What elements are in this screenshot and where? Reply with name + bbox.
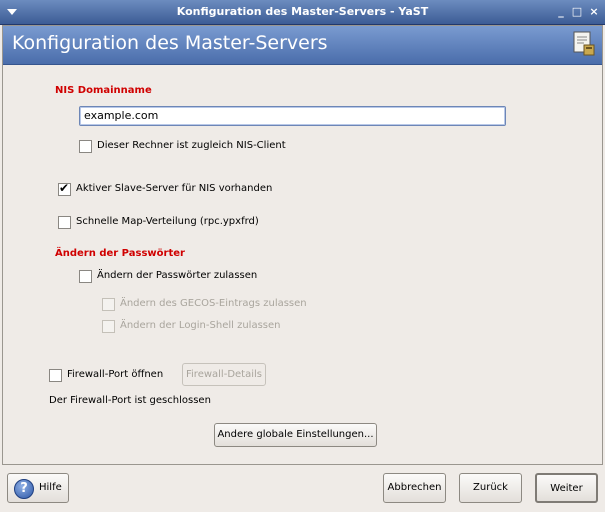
firewall-open-checkbox[interactable] <box>49 369 62 382</box>
nis-client-label: Dieser Rechner ist zugleich NIS-Client <box>97 140 286 151</box>
cancel-button[interactable]: Abbrechen <box>383 473 446 503</box>
help-icon: ? <box>14 479 34 499</box>
firewall-status-text: Der Firewall-Port ist geschlossen <box>49 395 211 406</box>
dialog-header: Konfiguration des Master-Servers <box>3 26 602 65</box>
nis-client-checkbox[interactable] <box>79 140 92 153</box>
back-button[interactable]: Zurück <box>459 473 522 503</box>
firewall-details-button[interactable]: Firewall-Details <box>182 363 266 386</box>
dialog-frame: Konfiguration des Master-Servers NIS Dom… <box>2 25 603 465</box>
next-button[interactable]: Weiter <box>535 473 598 503</box>
slave-server-checkbox[interactable] <box>58 181 71 196</box>
slave-server-label: Aktiver Slave-Server für NIS vorhanden <box>76 183 273 194</box>
nis-domain-input[interactable]: example.com <box>79 106 506 126</box>
other-settings-button[interactable]: Andere globale Einstellungen... <box>214 423 377 447</box>
dialog-content: NIS Domainname example.com Dieser Rechne… <box>3 65 602 464</box>
nis-domain-heading: NIS Domainname <box>55 85 152 96</box>
passwords-heading: Ändern der Passwörter <box>55 248 185 259</box>
help-button-label: Hilfe <box>39 482 62 493</box>
allow-shell-checkbox[interactable] <box>102 320 115 333</box>
maximize-icon[interactable]: □ <box>569 4 585 20</box>
allow-gecos-checkbox[interactable] <box>102 298 115 311</box>
window-title: Konfiguration des Master-Servers - YaST <box>176 5 429 18</box>
window-titlebar: Konfiguration des Master-Servers - YaST … <box>0 0 605 25</box>
allow-shell-label: Ändern der Login-Shell zulassen <box>120 320 281 331</box>
minimize-icon[interactable]: _ <box>553 4 569 20</box>
server-config-icon <box>573 31 595 56</box>
allow-gecos-label: Ändern des GECOS-Eintrags zulassen <box>120 298 307 309</box>
fast-map-label: Schnelle Map-Verteilung (rpc.ypxfrd) <box>76 216 259 227</box>
close-icon[interactable]: × <box>586 4 602 20</box>
fast-map-checkbox[interactable] <box>58 216 71 229</box>
page-title: Konfiguration des Master-Servers <box>12 32 328 54</box>
allow-password-change-label: Ändern der Passwörter zulassen <box>97 270 258 281</box>
firewall-open-label: Firewall-Port öffnen <box>67 369 164 380</box>
help-button[interactable]: ? Hilfe <box>7 473 69 503</box>
allow-password-change-checkbox[interactable] <box>79 270 92 283</box>
